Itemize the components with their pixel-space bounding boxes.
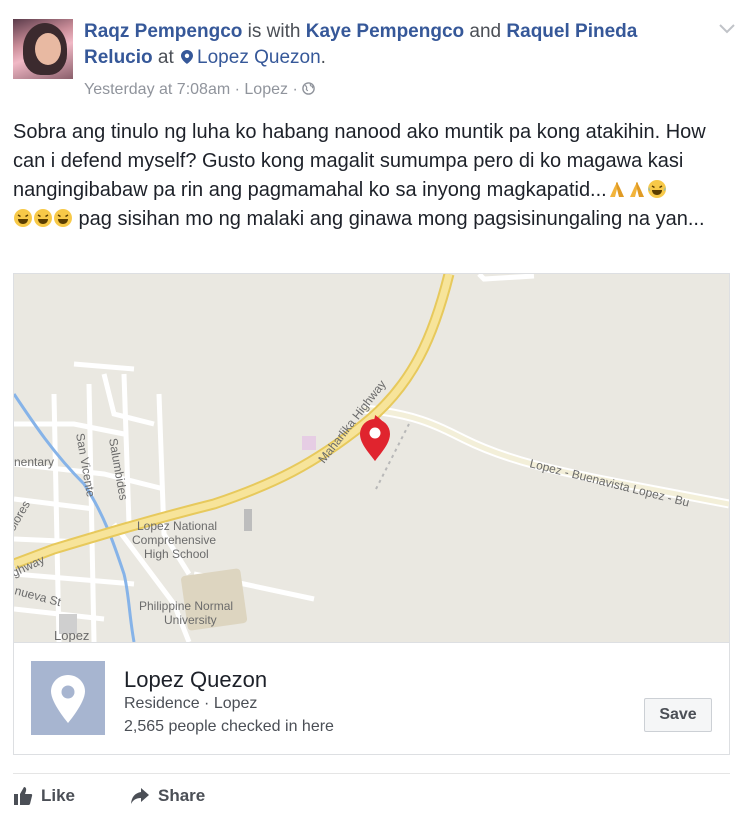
and-text: and (469, 21, 502, 42)
share-button[interactable]: Share (130, 786, 205, 806)
post-body-text-2: pag sisihan mo ng malaki ang ginawa mong… (73, 208, 705, 230)
at-text: at (157, 47, 174, 68)
author-name[interactable]: Raqz Pempengco (84, 21, 242, 42)
tagged-user-1[interactable]: Kaye Pempengco (306, 21, 464, 42)
location-link[interactable]: Lopez Quezon (197, 47, 321, 68)
header-period: . (320, 47, 326, 68)
share-label: Share (158, 786, 206, 805)
poi-marker-area (302, 436, 316, 450)
like-button[interactable]: Like (13, 786, 75, 806)
post-body: Sobra ang tinulo ng luha ko habang nanoo… (13, 118, 735, 234)
laughing-face-icon (14, 209, 32, 227)
laughing-face-icon (34, 209, 52, 227)
place-checkins: 2,565 people checked in here (124, 718, 334, 735)
timestamp[interactable]: Yesterday at 7:08am (84, 81, 230, 98)
place-info: Lopez Quezon Residence · Lopez 2,565 peo… (14, 642, 729, 755)
map-label-school-1: Lopez National (137, 519, 217, 533)
globe-icon[interactable] (302, 82, 316, 95)
praying-hands-icon (629, 182, 644, 197)
like-label: Like (41, 786, 76, 805)
thumbs-up-icon (14, 787, 33, 805)
map-label-school-2: Comprehensive (132, 533, 216, 547)
place-category: Residence · Lopez (124, 695, 258, 712)
chevron-down-icon[interactable] (718, 22, 736, 36)
laughing-face-icon (647, 180, 666, 198)
map-canvas: Maharlika Highway ghway Lopez - Buenavis… (14, 274, 729, 642)
with-text: is with (247, 21, 301, 42)
place-thumbnail[interactable] (31, 661, 105, 735)
location-map[interactable]: Maharlika Highway ghway Lopez - Buenavis… (14, 274, 729, 642)
meta-separator-2: · (292, 81, 298, 98)
place-pin-icon (51, 675, 85, 723)
meta-separator-1: · (234, 81, 240, 98)
avatar-face (35, 33, 61, 65)
share-arrow-icon (131, 788, 149, 804)
map-label-university-2: University (164, 613, 217, 627)
building (244, 509, 252, 531)
save-button[interactable]: Save (644, 698, 712, 732)
map-label-lopez-town: Lopez (54, 628, 89, 642)
map-label-mentary: nentary (14, 455, 54, 469)
meta-place[interactable]: Lopez (244, 81, 288, 98)
location-card[interactable]: Maharlika Highway ghway Lopez - Buenavis… (13, 273, 730, 755)
laughing-face-icon (54, 209, 72, 227)
location-pin-icon (181, 50, 194, 64)
place-name[interactable]: Lopez Quezon (124, 667, 267, 693)
author-avatar[interactable] (13, 19, 73, 79)
post-header: Raqz Pempengco is with Kaye Pempengco an… (84, 19, 704, 71)
praying-hands-icon (609, 182, 624, 197)
post-meta: Yesterday at 7:08am · Lopez · (84, 80, 316, 100)
map-label-school-3: High School (144, 547, 209, 561)
map-label-university-1: Philippine Normal (139, 599, 233, 613)
actions-divider (13, 773, 730, 774)
post: Raqz Pempengco is with Kaye Pempengco an… (0, 0, 750, 817)
